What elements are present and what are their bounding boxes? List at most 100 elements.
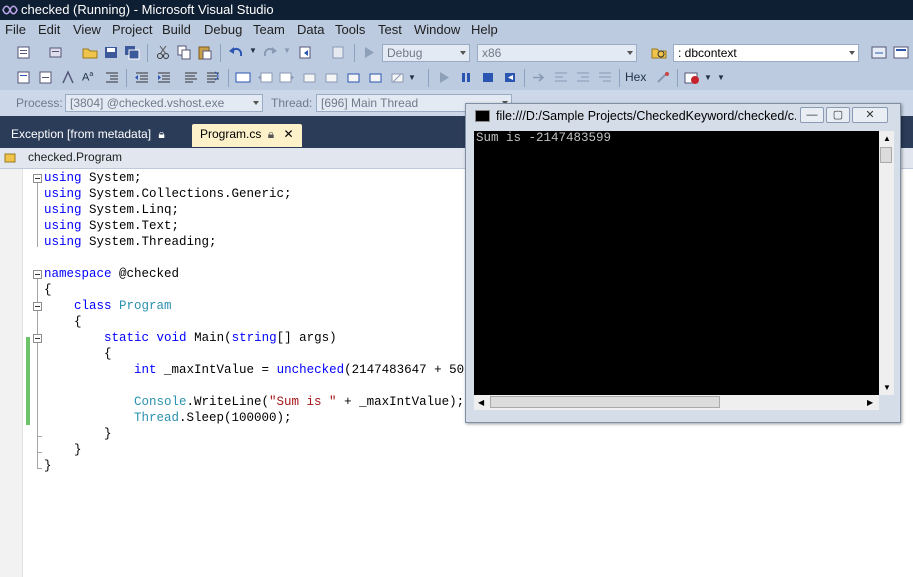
- code-line[interactable]: Thread.Sleep(100000);: [44, 410, 292, 426]
- code-line[interactable]: class Program: [44, 298, 172, 314]
- add-item-icon[interactable]: [48, 45, 64, 60]
- outline-collapse-icon[interactable]: [33, 302, 42, 311]
- outdent-icon[interactable]: [104, 70, 120, 85]
- scroll-down-icon[interactable]: ▼: [883, 383, 891, 392]
- paste-icon[interactable]: [197, 45, 213, 60]
- continue-icon[interactable]: [436, 70, 452, 85]
- platform-dropdown[interactable]: x86: [477, 44, 637, 62]
- menu-view[interactable]: View: [73, 22, 101, 37]
- next-bookmark-icon[interactable]: [279, 70, 295, 85]
- code-line[interactable]: {: [44, 282, 52, 298]
- code-line[interactable]: using System.Linq;: [44, 202, 179, 218]
- close-button[interactable]: ✕: [852, 107, 888, 123]
- breakpoints-window-icon[interactable]: [684, 70, 700, 85]
- menu-project[interactable]: Project: [112, 22, 152, 37]
- vertical-scrollbar[interactable]: ▲ ▼: [879, 131, 894, 395]
- console-window[interactable]: file:///D:/Sample Projects/CheckedKeywor…: [465, 103, 901, 423]
- horizontal-scroll-thumb[interactable]: [490, 396, 720, 408]
- solution-configuration-dropdown[interactable]: Debug: [382, 44, 470, 62]
- decrease-indent-icon[interactable]: [134, 70, 150, 85]
- code-line[interactable]: }: [44, 458, 52, 474]
- code-line[interactable]: {: [44, 314, 82, 330]
- menu-team[interactable]: Team: [253, 22, 285, 37]
- comment-lines-icon[interactable]: [183, 70, 199, 85]
- code-line[interactable]: using System.Threading;: [44, 234, 217, 250]
- redo-dropdown-icon[interactable]: ▼: [283, 46, 291, 55]
- tab-exception-from-metadata[interactable]: Exception [from metadata] 🔒︎: [3, 124, 173, 147]
- previous-bookmark-icon[interactable]: [257, 70, 273, 85]
- break-all-icon[interactable]: [458, 70, 474, 85]
- menu-help[interactable]: Help: [471, 22, 498, 37]
- navigate-forward-icon[interactable]: [331, 45, 347, 60]
- step-into-icon[interactable]: [553, 70, 569, 85]
- hex-display-toggle[interactable]: Hex: [625, 70, 646, 84]
- navigate-backward-icon[interactable]: [298, 45, 314, 60]
- cut-icon[interactable]: [155, 45, 171, 60]
- menu-tools[interactable]: Tools: [335, 22, 365, 37]
- clear-bookmarks-icon[interactable]: [389, 70, 405, 85]
- code-line[interactable]: using System.Text;: [44, 218, 179, 234]
- solution-explorer-icon[interactable]: [871, 45, 887, 60]
- restart-icon[interactable]: [502, 70, 518, 85]
- save-all-icon[interactable]: [124, 45, 140, 60]
- tab-program-cs[interactable]: Program.cs 🔒︎ ✕: [192, 124, 302, 147]
- increase-indent-icon[interactable]: [156, 70, 172, 85]
- types-dropdown[interactable]: checked.Program: [28, 150, 122, 164]
- console-output-area[interactable]: Sum is -2147483599: [474, 131, 879, 395]
- previous-bookmark-in-document-icon[interactable]: [345, 70, 361, 85]
- quick-info-icon[interactable]: [60, 70, 76, 85]
- menu-data[interactable]: Data: [297, 22, 324, 37]
- display-object-member-list-icon[interactable]: [16, 70, 32, 85]
- toolbar-overflow-icon[interactable]: ▼: [408, 73, 416, 82]
- step-over-icon[interactable]: [575, 70, 591, 85]
- menu-edit[interactable]: Edit: [38, 22, 60, 37]
- scroll-right-icon[interactable]: ▶: [867, 398, 873, 407]
- code-line[interactable]: using System.Collections.Generic;: [44, 186, 292, 202]
- stop-debugging-icon[interactable]: [480, 70, 496, 85]
- toolbar-overflow-icon[interactable]: ▼: [717, 73, 725, 82]
- menu-build[interactable]: Build: [162, 22, 191, 37]
- code-line[interactable]: using System;: [44, 170, 142, 186]
- code-line[interactable]: }: [44, 426, 112, 442]
- maximize-button[interactable]: ▢: [826, 107, 850, 123]
- code-line[interactable]: {: [44, 346, 112, 362]
- find-combo[interactable]: : dbcontext: [673, 44, 859, 62]
- next-bookmark-in-folder-icon[interactable]: [323, 70, 339, 85]
- uncomment-lines-icon[interactable]: [205, 70, 221, 85]
- show-next-statement-icon[interactable]: [531, 70, 547, 85]
- menu-debug[interactable]: Debug: [204, 22, 242, 37]
- outline-collapse-icon[interactable]: [33, 174, 42, 183]
- minimize-button[interactable]: —: [800, 107, 824, 123]
- new-project-icon[interactable]: [16, 45, 32, 60]
- step-out-icon[interactable]: [597, 70, 613, 85]
- previous-bookmark-in-folder-icon[interactable]: [301, 70, 317, 85]
- breakpoints-dropdown-icon[interactable]: ▼: [704, 73, 712, 82]
- redo-icon[interactable]: [262, 45, 278, 60]
- complete-word-icon[interactable]: Aa: [82, 71, 93, 84]
- copy-icon[interactable]: [176, 45, 192, 60]
- outline-collapse-icon[interactable]: [33, 270, 42, 279]
- scroll-left-icon[interactable]: ◀: [478, 398, 484, 407]
- code-line[interactable]: }: [44, 442, 82, 458]
- outline-collapse-icon[interactable]: [33, 334, 42, 343]
- menu-test[interactable]: Test: [378, 22, 402, 37]
- vertical-scroll-thumb[interactable]: [880, 147, 892, 163]
- close-tab-icon[interactable]: ✕: [283, 127, 293, 141]
- code-line[interactable]: static void Main(string[] args): [44, 330, 337, 346]
- start-debugging-icon[interactable]: [361, 45, 377, 60]
- open-folder-icon[interactable]: [82, 45, 98, 60]
- resize-grip-icon[interactable]: [879, 395, 894, 410]
- next-bookmark-in-document-icon[interactable]: [367, 70, 383, 85]
- undo-dropdown-icon[interactable]: ▼: [249, 46, 257, 55]
- properties-window-icon[interactable]: [893, 45, 909, 60]
- scroll-up-icon[interactable]: ▲: [883, 134, 891, 143]
- code-line[interactable]: int _maxIntValue = unchecked(2147483647 …: [44, 362, 479, 378]
- undo-icon[interactable]: [228, 45, 244, 60]
- code-line[interactable]: Console.WriteLine("Sum is " + _maxIntVal…: [44, 394, 464, 410]
- menu-file[interactable]: File: [5, 22, 26, 37]
- menu-window[interactable]: Window: [414, 22, 460, 37]
- toggle-bookmark-icon[interactable]: [235, 70, 251, 85]
- find-in-files-icon[interactable]: [651, 45, 667, 60]
- code-line[interactable]: namespace @checked: [44, 266, 179, 282]
- process-dropdown[interactable]: [3804] @checked.vshost.exe: [65, 94, 263, 112]
